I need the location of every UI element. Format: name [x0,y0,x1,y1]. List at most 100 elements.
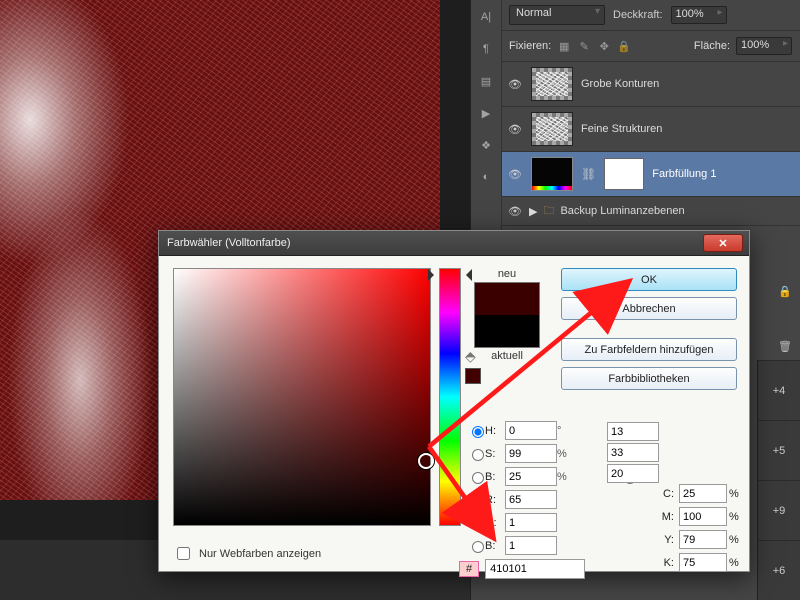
history-snapshot-strip: +4 +5 +9 +6 [757,360,800,600]
play-icon[interactable]: ▶ [477,104,495,122]
label-k: K: [657,557,677,569]
field-blab[interactable] [607,464,659,483]
field-y[interactable] [679,530,727,549]
close-button[interactable]: ✕ [703,234,743,252]
label-c: C: [657,488,677,500]
dialog-title: Farbwähler (Volltonfarbe) [167,237,291,249]
field-s[interactable] [505,444,557,463]
layer-row[interactable]: 👁 Grobe Konturen [501,62,800,107]
layer-thumb[interactable] [531,112,573,146]
label-h: H: [485,425,503,437]
new-color-swatch[interactable] [475,283,539,315]
close-icon: ✕ [718,237,727,250]
unit-pct: % [557,448,575,460]
layer-group-row[interactable]: 👁 ▶ 🗀 Backup Luminanzebenen [501,197,800,226]
cmyk-grid: C: % M: % Y: % K: % [657,484,745,572]
layer-name[interactable]: Grobe Konturen [581,78,794,90]
label-m: M: [657,511,677,523]
radio-s[interactable] [472,449,484,461]
layer-row[interactable]: 👁 Feine Strukturen [501,107,800,152]
field-m[interactable] [679,507,727,526]
hex-field[interactable] [485,559,585,579]
hue-slider[interactable] [439,268,461,526]
opacity-label: Deckkraft: [613,9,663,21]
visibility-icon[interactable]: 👁 [507,78,523,91]
lock-all-icon[interactable]: 🔒 [617,39,631,53]
radio-h[interactable] [472,426,484,438]
label-r: R: [485,494,503,506]
lock-move-icon[interactable]: ✥ [597,39,611,53]
current-color-swatch[interactable] [475,315,539,347]
web-colors-label: Nur Webfarben anzeigen [199,548,321,560]
radio-bcol[interactable] [472,541,484,553]
fill-layer-thumb[interactable] [531,157,573,191]
label-bhsb: B: [485,471,503,483]
lock-trans-icon[interactable]: ▦ [557,39,571,53]
hue-slider-thumb[interactable] [434,269,466,281]
strip-cell[interactable]: +4 [758,360,800,420]
opacity-field[interactable]: 100% [671,6,727,24]
paragraph-icon[interactable]: ¶ [477,40,495,58]
radio-r[interactable] [472,495,484,507]
trash-icon[interactable]: 🗑 [778,340,792,353]
radio-b[interactable] [472,472,484,484]
layer-row-selected[interactable]: 👁 ⛓ Farbfüllung 1 [501,152,800,197]
strip-cell[interactable]: +6 [758,540,800,600]
field-bcol[interactable] [505,536,557,555]
layers-list: 👁 Grobe Konturen 👁 Feine Strukturen 👁 ⛓ … [501,62,800,226]
layer-thumb[interactable] [531,67,573,101]
note-icon[interactable]: ▤ [477,72,495,90]
radio-g[interactable] [472,518,484,530]
gamut-warning-icon[interactable]: ⬘ [465,348,476,365]
unit-pct: % [729,511,745,523]
field-c[interactable] [679,484,727,503]
visibility-icon[interactable]: 👁 [507,205,523,218]
blend-mode-dropdown[interactable]: Normal [509,5,605,25]
field-k[interactable] [679,553,727,572]
field-l[interactable] [607,422,659,441]
color-swatch-pair [474,282,540,348]
gamut-swatch[interactable] [465,368,481,384]
unit-pct: % [729,488,745,500]
label-bcol: B: [485,540,503,552]
field-alab[interactable] [607,443,659,462]
hex-hash-label: # [459,561,479,577]
lock-label: Fixieren: [509,40,551,52]
unit-pct: % [729,534,745,546]
field-g[interactable] [505,513,557,532]
layer-mask-thumb[interactable] [604,158,644,190]
visibility-icon[interactable]: 👁 [507,168,523,181]
field-r[interactable] [505,490,557,509]
unit-pct: % [557,471,575,483]
label-y: Y: [657,534,677,546]
cancel-button[interactable]: Abbrechen [561,297,737,320]
lock-icon[interactable]: 🔒 [778,285,792,298]
ok-button[interactable]: OK [561,268,737,291]
sv-color-field[interactable] [173,268,431,526]
layer-name[interactable]: Feine Strukturen [581,123,794,135]
type-icon[interactable]: A| [477,8,495,26]
color-picker-dialog: Farbwähler (Volltonfarbe) ✕ neu aktuell … [158,230,750,572]
lock-paint-icon[interactable]: ✎ [577,39,591,53]
disclosure-icon[interactable]: ▶ [529,205,537,218]
strip-cell[interactable]: +5 [758,420,800,480]
dialog-titlebar[interactable]: Farbwähler (Volltonfarbe) ✕ [159,231,749,256]
label-s: S: [485,448,503,460]
swatches-icon[interactable]: ❖ [477,136,495,154]
layer-name[interactable]: Backup Luminanzebenen [560,205,794,217]
visibility-icon[interactable]: 👁 [507,123,523,136]
field-bhsb[interactable] [505,467,557,486]
unit-pct: % [729,557,745,569]
layer-name[interactable]: Farbfüllung 1 [652,168,794,180]
fill-field[interactable]: 100% [736,37,792,55]
link-icon[interactable]: ⛓ [581,167,596,181]
panel-tab-strip: A| ¶ ▤ ▶ ❖ ◐ [471,0,502,248]
field-h[interactable] [505,421,557,440]
web-colors-checkbox[interactable] [177,547,190,560]
new-label: neu [471,268,543,280]
add-swatch-button[interactable]: Zu Farbfeldern hinzufügen [561,338,737,361]
sv-cursor[interactable] [418,453,434,469]
adjust-icon[interactable]: ◐ [477,168,495,186]
strip-cell[interactable]: +9 [758,480,800,540]
color-libraries-button[interactable]: Farbbibliotheken [561,367,737,390]
